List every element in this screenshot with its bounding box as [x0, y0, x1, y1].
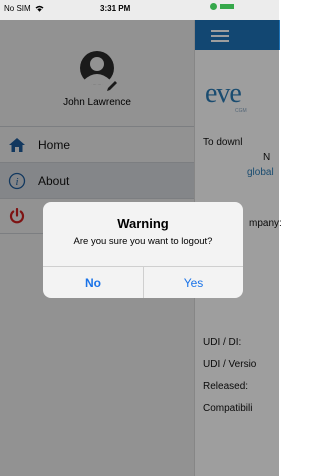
carrier-label: No SIM	[4, 4, 44, 13]
no-button[interactable]: No	[43, 267, 143, 298]
yes-button[interactable]: Yes	[144, 267, 243, 298]
carrier-text: No SIM	[4, 4, 31, 13]
clock: 3:31 PM	[100, 4, 131, 13]
location-icon	[210, 3, 217, 10]
alert-message: Are you sure you want to logout?	[73, 236, 213, 247]
status-bar: No SIM 3:31 PM	[0, 0, 279, 20]
alert-title: Warning	[117, 216, 169, 231]
battery-icon	[220, 4, 234, 9]
status-indicators	[210, 3, 234, 10]
wifi-icon	[35, 6, 44, 13]
logout-alert-dialog: Warning Are you sure you want to logout?…	[43, 202, 243, 298]
